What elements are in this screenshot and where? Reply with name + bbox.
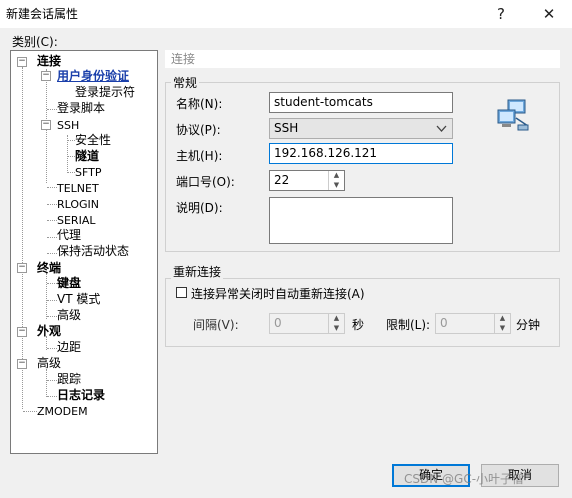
tree-trace[interactable]: 跟踪 xyxy=(57,372,81,387)
chevron-down-icon xyxy=(436,125,447,132)
tree-sftp[interactable]: SFTP xyxy=(75,165,101,180)
seconds-label: 秒 xyxy=(352,318,365,332)
tree-user-auth[interactable]: 用户身份验证 xyxy=(57,69,129,84)
category-label: 类别(C): xyxy=(12,35,58,49)
tree-keepalive[interactable]: 保持活动状态 xyxy=(57,244,129,259)
tree-proxy[interactable]: 代理 xyxy=(57,228,81,243)
section-title: 连接 xyxy=(165,50,560,68)
auto-reconnect-label[interactable]: 连接异常关闭时自动重新连接(A) xyxy=(191,285,365,302)
tree-ssh[interactable]: SSH xyxy=(57,118,79,133)
expand-advanced-icon[interactable]: − xyxy=(17,359,27,369)
tree-connection[interactable]: 连接 xyxy=(37,54,61,69)
tree-zmodem[interactable]: ZMODEM xyxy=(37,404,88,419)
expand-connection-icon[interactable]: − xyxy=(17,57,27,67)
help-button[interactable]: ? xyxy=(486,3,516,25)
expand-appearance-icon[interactable]: − xyxy=(17,327,27,337)
tree-telnet[interactable]: TELNET xyxy=(57,181,99,196)
interval-label: 间隔(V): xyxy=(193,318,239,332)
close-button[interactable]: ✕ xyxy=(534,3,564,25)
interval-value: 0 xyxy=(274,316,282,330)
category-tree[interactable]: − 连接 − 用户身份验证 登录提示符 登录脚本 − SSH 安全性 隧道 SF… xyxy=(10,50,158,454)
network-computers-icon xyxy=(497,99,529,131)
host-label: 主机(H): xyxy=(176,149,223,163)
description-textarea[interactable] xyxy=(269,197,453,244)
tree-serial[interactable]: SERIAL xyxy=(57,213,95,228)
tree-keyboard[interactable]: 键盘 xyxy=(57,276,81,291)
interval-input[interactable]: 0 ▲ ▼ xyxy=(269,313,345,334)
limit-spinner[interactable]: ▲ ▼ xyxy=(494,314,510,333)
tree-security[interactable]: 安全性 xyxy=(75,133,111,148)
description-label: 说明(D): xyxy=(176,201,223,215)
expand-user-auth-icon[interactable]: − xyxy=(41,71,51,81)
tree-terminal[interactable]: 终端 xyxy=(37,261,61,276)
tree-tunnel[interactable]: 隧道 xyxy=(75,149,99,164)
interval-spinner[interactable]: ▲ ▼ xyxy=(328,314,344,333)
port-spinner[interactable]: ▲ ▼ xyxy=(328,171,344,190)
port-value: 22 xyxy=(274,173,290,187)
watermark: CSDN @GC-小叶子僧 xyxy=(404,472,525,486)
tree-login-script[interactable]: 登录脚本 xyxy=(57,101,105,116)
tree-advanced[interactable]: 高级 xyxy=(37,356,61,371)
limit-label: 限制(L): xyxy=(386,318,431,332)
protocol-select[interactable]: SSH xyxy=(269,118,453,139)
name-input[interactable]: student-tomcats xyxy=(269,92,453,113)
host-input[interactable]: 192.168.126.121 xyxy=(269,143,453,164)
limit-value: 0 xyxy=(440,316,448,330)
tree-login-prompt[interactable]: 登录提示符 xyxy=(75,85,135,100)
limit-input[interactable]: 0 ▲ ▼ xyxy=(435,313,511,334)
general-group-label: 常规 xyxy=(171,74,200,91)
tree-terminal-advanced[interactable]: 高级 xyxy=(57,308,81,323)
protocol-value: SSH xyxy=(274,121,299,135)
port-input[interactable]: 22 ▲ ▼ xyxy=(269,170,345,191)
protocol-label: 协议(P): xyxy=(176,123,221,137)
tree-appearance[interactable]: 外观 xyxy=(37,324,61,339)
auto-reconnect-checkbox[interactable] xyxy=(176,287,187,298)
tree-vt-mode[interactable]: VT 模式 xyxy=(57,292,100,307)
expand-terminal-icon[interactable]: − xyxy=(17,263,27,273)
tree-log[interactable]: 日志记录 xyxy=(57,388,105,403)
window-title: 新建会话属性 xyxy=(6,7,79,21)
tree-margin[interactable]: 边距 xyxy=(57,340,81,355)
port-label: 端口号(O): xyxy=(176,175,235,189)
name-label: 名称(N): xyxy=(176,97,223,111)
minutes-label: 分钟 xyxy=(516,318,541,332)
tree-rlogin[interactable]: RLOGIN xyxy=(57,197,99,212)
expand-ssh-icon[interactable]: − xyxy=(41,120,51,130)
reconnect-group-label: 重新连接 xyxy=(171,263,224,280)
